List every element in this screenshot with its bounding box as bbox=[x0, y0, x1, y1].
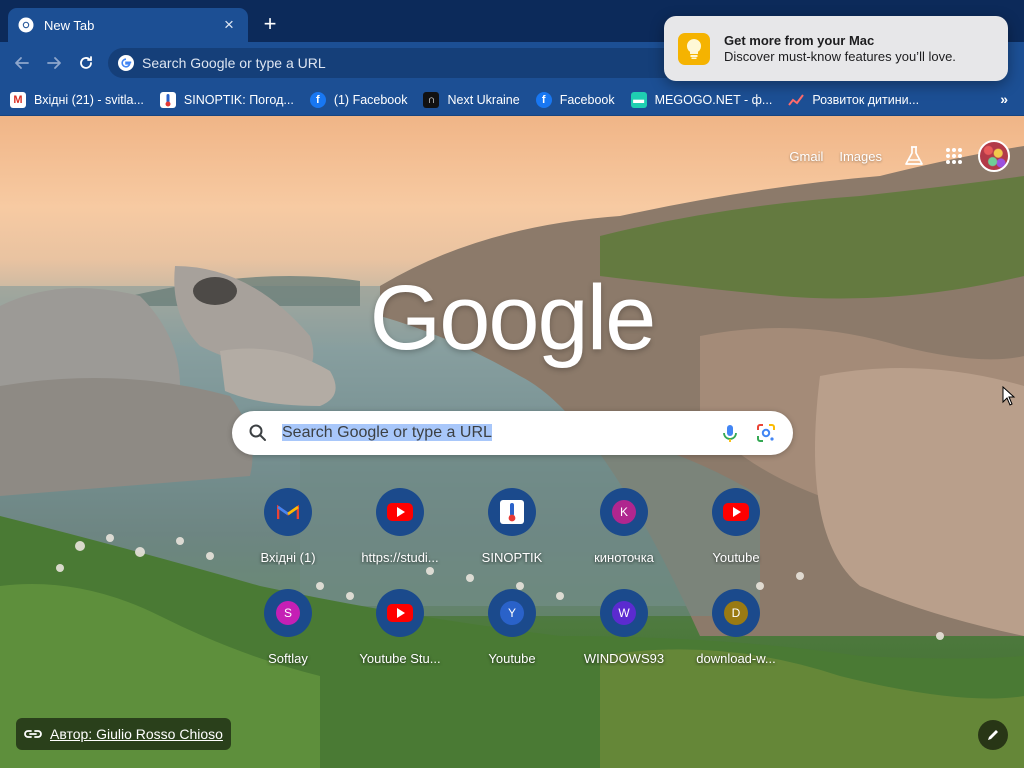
shortcut-download[interactable]: D download-w... bbox=[680, 589, 792, 666]
google-logo: Google bbox=[369, 267, 657, 369]
shortcut-kinotochka[interactable]: K киноточка bbox=[568, 488, 680, 565]
pencil-icon bbox=[988, 730, 998, 740]
sinoptik-icon bbox=[159, 91, 176, 108]
tab-title: New Tab bbox=[44, 17, 95, 33]
shortcut-label: WINDOWS93 bbox=[583, 651, 665, 666]
bookmark-label: (1) Facebook bbox=[333, 92, 408, 107]
avatar[interactable] bbox=[978, 140, 1010, 172]
bookmark-label: MEGOGO.NET - ф... bbox=[654, 92, 773, 107]
shortcut-letter: W bbox=[612, 601, 636, 625]
bookmark-facebook-2[interactable]: f Facebook bbox=[535, 91, 615, 108]
letter-w-icon: W bbox=[600, 589, 648, 637]
shortcut-label: Youtube bbox=[712, 550, 760, 565]
ntp-search-selected-text: Search Google or type a URL bbox=[282, 424, 492, 441]
omnibox-input[interactable] bbox=[142, 55, 642, 71]
shortcut-softlay[interactable]: S Softlay bbox=[232, 589, 344, 666]
microphone-icon[interactable] bbox=[719, 422, 741, 444]
facebook-icon: f bbox=[535, 91, 552, 108]
lightbulb-icon bbox=[678, 32, 710, 65]
labs-flask-icon[interactable] bbox=[898, 140, 930, 172]
chart-icon bbox=[788, 92, 805, 108]
letter-y-icon: Y bbox=[488, 589, 536, 637]
shortcut-label: Youtube Stu... bbox=[359, 651, 441, 666]
images-link[interactable]: Images bbox=[839, 149, 882, 164]
shortcut-letter: K bbox=[612, 500, 636, 524]
tab-close-icon[interactable]: × bbox=[220, 15, 238, 34]
shortcut-youtube-y[interactable]: Y Youtube bbox=[456, 589, 568, 666]
google-lens-icon[interactable] bbox=[755, 422, 777, 444]
shortcut-letter: S bbox=[276, 601, 300, 625]
customize-button[interactable] bbox=[978, 720, 1008, 750]
gmail-icon bbox=[264, 488, 312, 536]
bookmark-sinoptik[interactable]: SINOPTIK: Погод... bbox=[159, 91, 294, 108]
shortcuts-grid: Вхідні (1) https://studi... SINOPTIK K к… bbox=[232, 488, 792, 666]
bookmarks-overflow-button[interactable]: » bbox=[1000, 91, 1008, 107]
ntp-top-links: Gmail Images bbox=[789, 140, 1010, 172]
megogo-icon: ▬ bbox=[630, 91, 647, 108]
bookmark-facebook-1[interactable]: f (1) Facebook bbox=[309, 91, 408, 108]
bookmarks-bar: M Вхідні (21) - svitla... SINOPTIK: Пого… bbox=[0, 84, 1024, 116]
shortcut-youtube-studio[interactable]: Youtube Stu... bbox=[344, 589, 456, 666]
shortcut-label: https://studi... bbox=[361, 550, 439, 565]
attribution-text: Автор: Giulio Rosso Chioso bbox=[50, 726, 223, 742]
bookmark-gmail[interactable]: M Вхідні (21) - svitla... bbox=[10, 91, 144, 108]
background-attribution-link[interactable]: Автор: Giulio Rosso Chioso bbox=[16, 718, 231, 750]
letter-k-icon: K bbox=[600, 488, 648, 536]
apps-grid-icon[interactable] bbox=[938, 140, 970, 172]
shortcut-sinoptik[interactable]: SINOPTIK bbox=[456, 488, 568, 565]
bookmark-label: SINOPTIK: Погод... bbox=[183, 92, 294, 107]
notification-title: Get more from your Mac bbox=[724, 33, 875, 48]
sinoptik-icon bbox=[488, 488, 536, 536]
shortcut-label: Softlay bbox=[268, 651, 308, 666]
bookmark-rozvytok[interactable]: Розвиток дитини... bbox=[788, 92, 919, 108]
letter-d-icon: D bbox=[712, 589, 760, 637]
facebook-icon: f bbox=[309, 91, 326, 108]
search-icon bbox=[249, 424, 266, 441]
gmail-icon: M bbox=[10, 91, 26, 108]
bookmark-label: Facebook bbox=[559, 92, 615, 107]
bookmark-label: Вхідні (21) - svitla... bbox=[34, 92, 144, 107]
shortcut-gmail[interactable]: Вхідні (1) bbox=[232, 488, 344, 565]
next-ukraine-icon: ∩ bbox=[423, 91, 440, 108]
youtube-icon bbox=[376, 488, 424, 536]
bookmark-label: Next Ukraine bbox=[447, 92, 520, 107]
reload-icon[interactable] bbox=[74, 51, 98, 75]
youtube-icon bbox=[712, 488, 760, 536]
ntp-search-input[interactable]: Search Google or type a URL bbox=[282, 424, 705, 442]
google-g-icon bbox=[118, 55, 134, 71]
back-icon[interactable] bbox=[10, 51, 34, 75]
shortcut-label: download-w... bbox=[696, 651, 776, 666]
link-icon bbox=[24, 730, 42, 738]
youtube-icon bbox=[376, 589, 424, 637]
mouse-cursor-icon bbox=[1002, 386, 1016, 406]
shortcut-label: Вхідні (1) bbox=[260, 550, 316, 565]
notification-body: Discover must-know features you’ll love. bbox=[724, 49, 956, 64]
letter-s-icon: S bbox=[264, 589, 312, 637]
shortcut-studio[interactable]: https://studi... bbox=[344, 488, 456, 565]
notification-banner[interactable]: Get more from your Mac Discover must-kno… bbox=[664, 16, 1008, 81]
shortcut-youtube[interactable]: Youtube bbox=[680, 488, 792, 565]
shortcut-label: Youtube bbox=[488, 651, 536, 666]
chrome-icon bbox=[18, 17, 34, 33]
bookmark-next-ukraine[interactable]: ∩ Next Ukraine bbox=[423, 91, 520, 108]
forward-icon[interactable] bbox=[42, 51, 66, 75]
shortcut-windows93[interactable]: W WINDOWS93 bbox=[568, 589, 680, 666]
shortcut-label: SINOPTIK bbox=[481, 550, 543, 565]
bookmark-megogo[interactable]: ▬ MEGOGO.NET - ф... bbox=[630, 91, 773, 108]
bookmark-label: Розвиток дитини... bbox=[812, 92, 920, 107]
new-tab-button[interactable]: + bbox=[258, 12, 282, 36]
gmail-link[interactable]: Gmail bbox=[789, 149, 823, 164]
tab-new-tab[interactable]: New Tab × bbox=[8, 8, 248, 42]
shortcut-letter: D bbox=[724, 601, 748, 625]
ntp-search-box[interactable]: Search Google or type a URL bbox=[232, 411, 793, 455]
shortcut-letter: Y bbox=[500, 601, 524, 625]
new-tab-page: Gmail Images Google Search Google or typ… bbox=[0, 116, 1024, 768]
shortcut-label: киноточка bbox=[594, 550, 654, 565]
